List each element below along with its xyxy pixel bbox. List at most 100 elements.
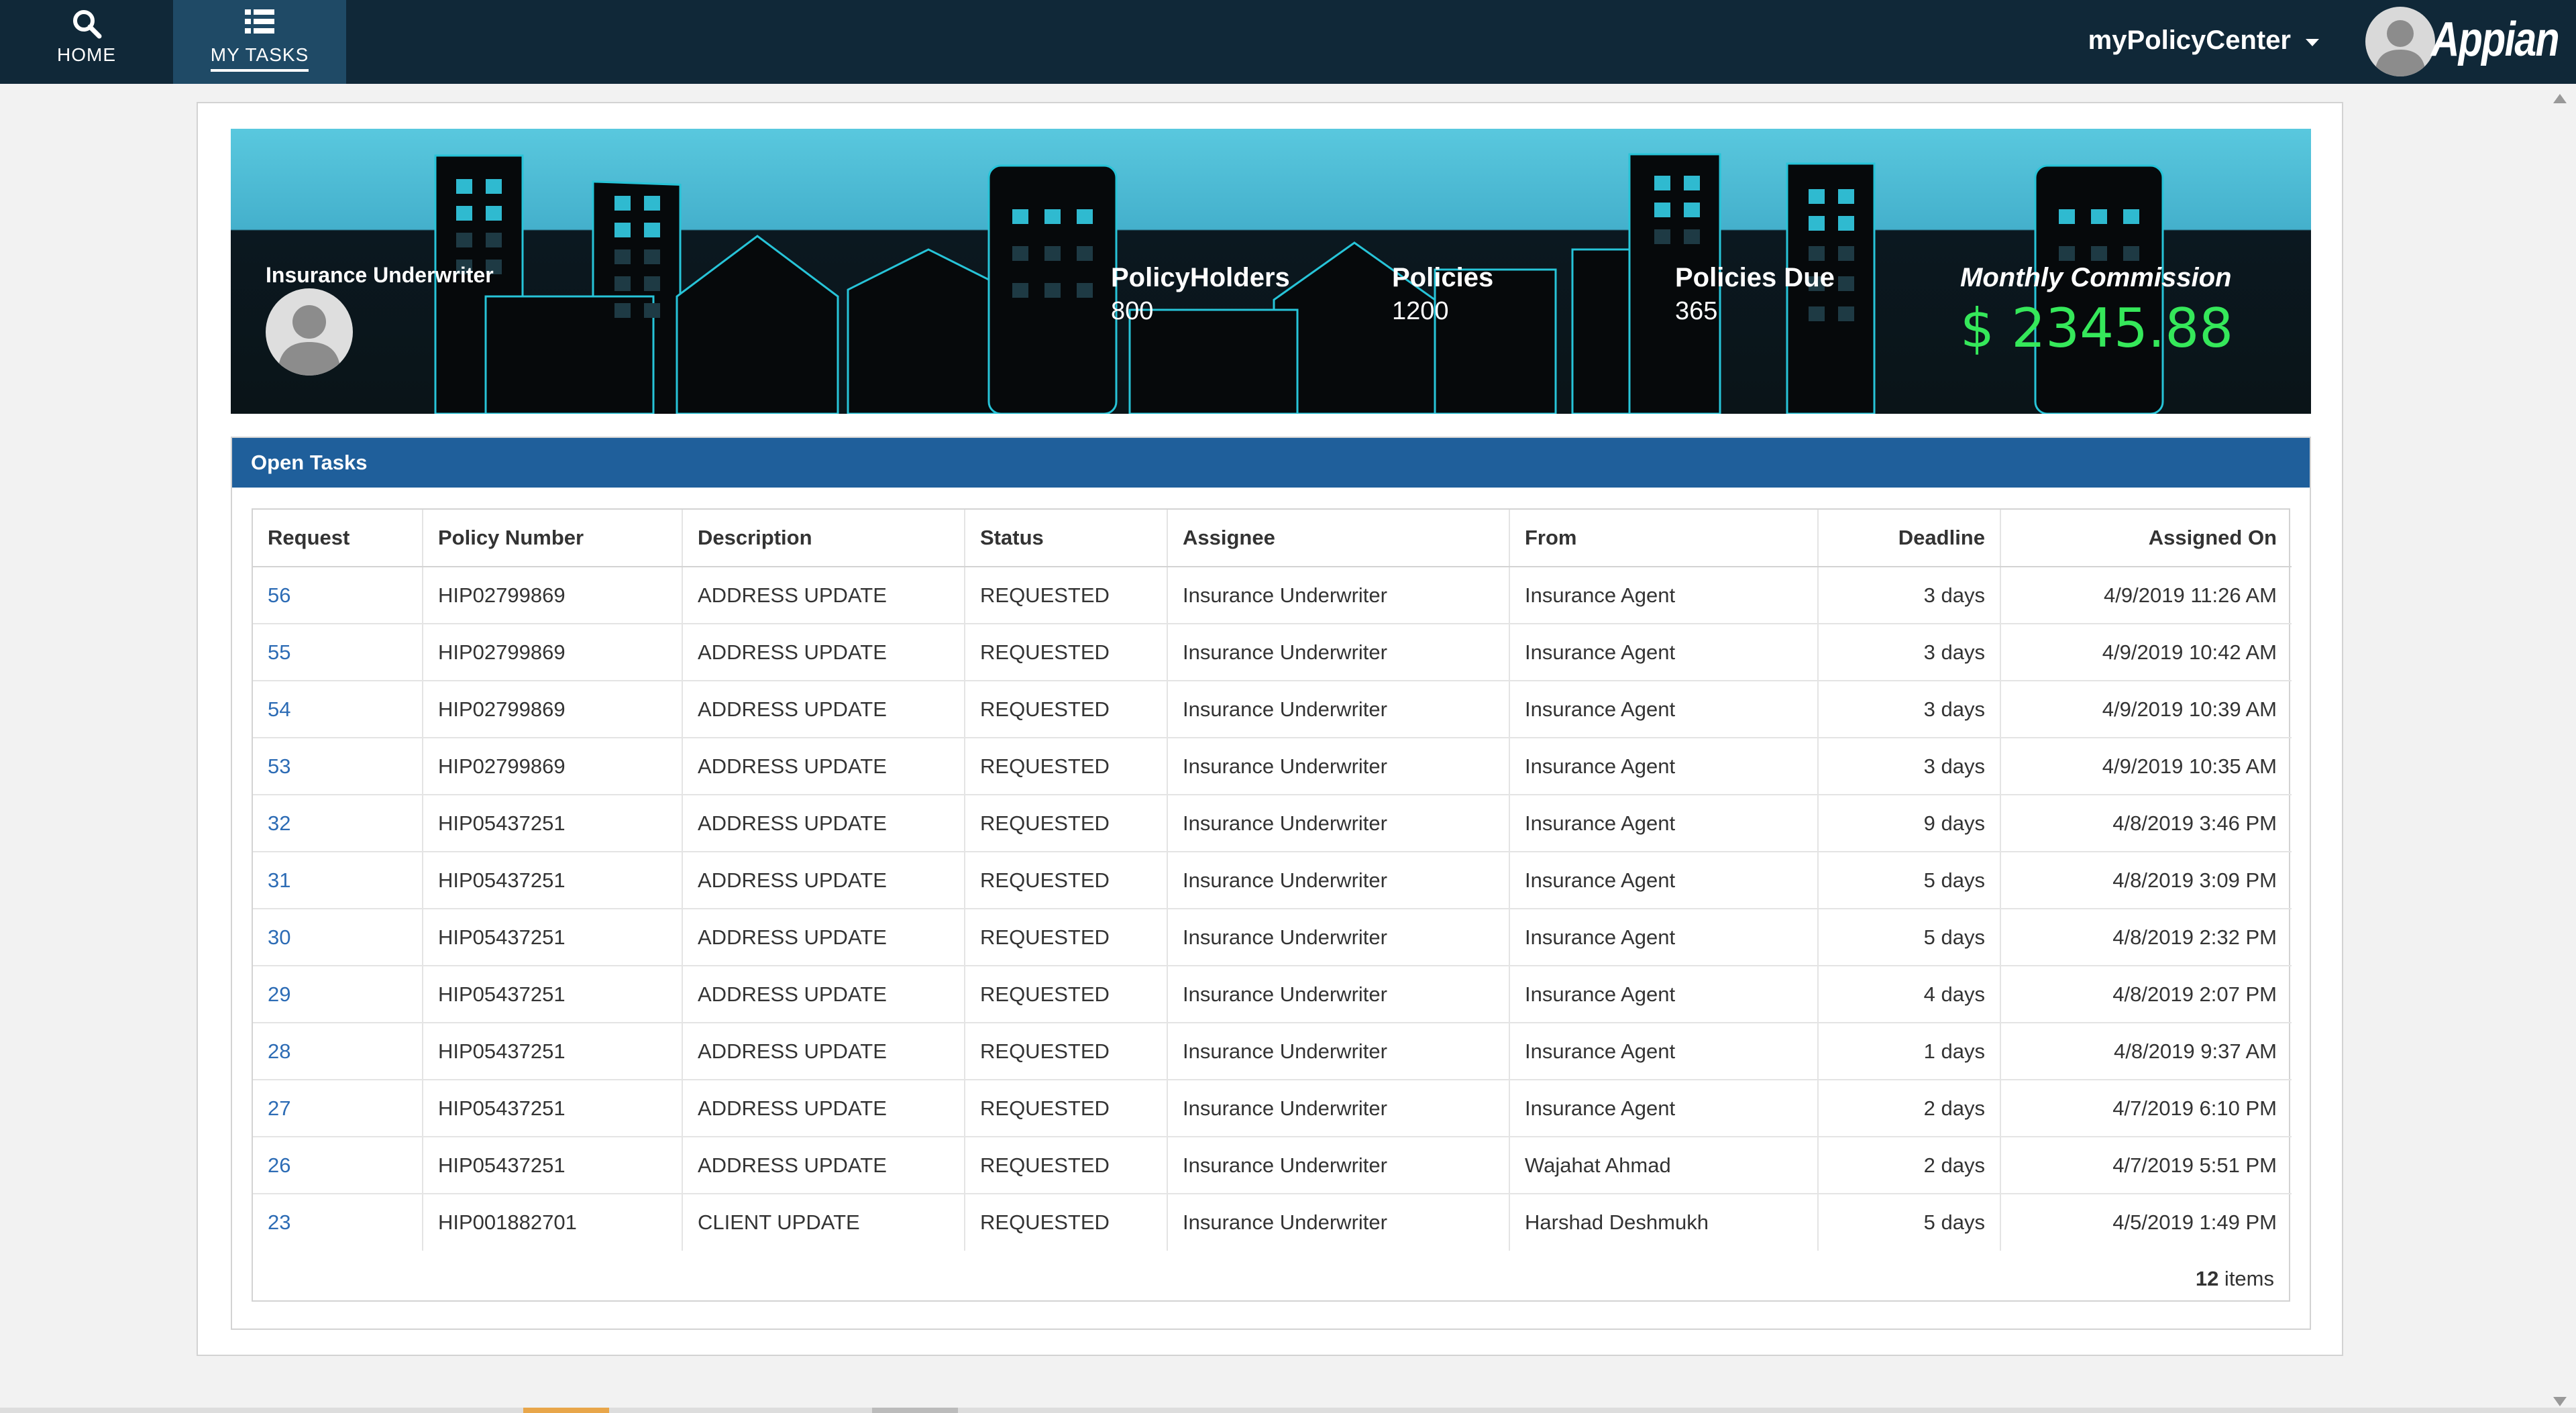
tasks-table: Request Policy Number Description Status…	[253, 510, 2292, 1251]
assigned-on-cell: 4/9/2019 11:26 AM	[2000, 566, 2292, 624]
table-row: 30 HIP05437251 ADDRESS UPDATE REQUESTED Insu…	[253, 908, 2292, 966]
policy-number-cell: HIP02799869	[422, 566, 682, 624]
status-cell: REQUESTED	[964, 1136, 1167, 1194]
column-header-from[interactable]: From	[1509, 510, 1818, 567]
table-row: 56 HIP02799869 ADDRESS UPDATE REQUESTED Insu…	[253, 566, 2292, 624]
assignee-cell: Insurance Underwriter	[1167, 680, 1509, 738]
request-link[interactable]: 53	[253, 737, 423, 795]
column-header-deadline[interactable]: Deadline	[1817, 510, 2000, 567]
table-row: 23 HIP001882701 CLIENT UPDATE REQUESTED Insu…	[253, 1193, 2292, 1251]
request-link[interactable]: 32	[253, 794, 423, 852]
deadline-cell: 3 days	[1817, 623, 2000, 681]
table-header-row: Request Policy Number Description Status…	[253, 510, 2292, 567]
table-row: 32 HIP05437251 ADDRESS UPDATE REQUESTED Insu…	[253, 794, 2292, 852]
tasks-grid: Request Policy Number Description Status…	[252, 508, 2292, 1302]
search-icon	[0, 8, 173, 39]
deadline-cell: 5 days	[1817, 1193, 2000, 1251]
from-cell: Insurance Agent	[1509, 680, 1818, 738]
nav-home-label: HOME	[57, 44, 116, 65]
policy-number-cell: HIP05437251	[422, 965, 682, 1023]
status-cell: REQUESTED	[964, 851, 1167, 909]
deadline-cell: 5 days	[1817, 851, 2000, 909]
from-cell: Insurance Agent	[1509, 623, 1818, 681]
top-navigation-bar: HOME MY TASKS myPolicyCenter Appian	[0, 0, 2576, 84]
request-link[interactable]: 30	[253, 908, 423, 966]
list-icon	[173, 8, 346, 39]
request-link[interactable]: 27	[253, 1079, 423, 1137]
request-link[interactable]: 31	[253, 851, 423, 909]
description-cell: ADDRESS UPDATE	[682, 851, 965, 909]
column-header-request[interactable]: Request	[253, 510, 423, 567]
stat-policies-value: 1200	[1392, 297, 1449, 325]
assigned-on-cell: 4/7/2019 6:10 PM	[2000, 1079, 2292, 1137]
nav-my-tasks-button[interactable]: MY TASKS	[173, 0, 346, 84]
nav-my-tasks-label: MY TASKS	[210, 44, 309, 72]
assignee-cell: Insurance Underwriter	[1167, 1079, 1509, 1137]
assignee-cell: Insurance Underwriter	[1167, 851, 1509, 909]
description-cell: ADDRESS UPDATE	[682, 908, 965, 966]
deadline-cell: 5 days	[1817, 908, 2000, 966]
site-switcher[interactable]: myPolicyCenter	[2088, 25, 2291, 56]
table-row: 53 HIP02799869 ADDRESS UPDATE REQUESTED Insu…	[253, 737, 2292, 795]
column-header-status[interactable]: Status	[964, 510, 1167, 567]
dashboard-banner: Insurance Underwriter PolicyHolders 800 …	[231, 129, 2311, 414]
from-cell: Insurance Agent	[1509, 1022, 1818, 1080]
open-tasks-panel: Open Tasks Request Policy Number Descrip…	[231, 437, 2311, 1330]
policy-number-cell: HIP02799869	[422, 623, 682, 681]
status-cell: REQUESTED	[964, 737, 1167, 795]
policy-number-cell: HIP05437251	[422, 851, 682, 909]
caret-down-icon[interactable]	[2306, 39, 2319, 46]
description-cell: ADDRESS UPDATE	[682, 965, 965, 1023]
stat-policies-due-label: Policies Due	[1675, 263, 1835, 292]
request-link[interactable]: 23	[253, 1193, 423, 1251]
request-link[interactable]: 28	[253, 1022, 423, 1080]
scroll-down-arrow[interactable]	[2553, 1397, 2567, 1406]
column-header-policy-number[interactable]: Policy Number	[422, 510, 682, 567]
stat-policyholders-label: PolicyHolders	[1111, 263, 1290, 292]
taskbar-tab[interactable]	[523, 1408, 609, 1413]
request-link[interactable]: 54	[253, 680, 423, 738]
status-cell: REQUESTED	[964, 680, 1167, 738]
status-cell: REQUESTED	[964, 794, 1167, 852]
stat-policies-label: Policies	[1392, 263, 1494, 292]
bottom-taskbar-strip	[0, 1408, 2576, 1413]
stat-policyholders: PolicyHolders 800	[1111, 263, 1290, 326]
request-link[interactable]: 26	[253, 1136, 423, 1194]
request-link[interactable]: 55	[253, 623, 423, 681]
appian-logo: Appian	[2430, 13, 2560, 66]
description-cell: ADDRESS UPDATE	[682, 1136, 965, 1194]
taskbar-tab[interactable]	[872, 1408, 958, 1413]
table-row: 27 HIP05437251 ADDRESS UPDATE REQUESTED Insu…	[253, 1079, 2292, 1137]
policy-number-cell: HIP02799869	[422, 680, 682, 738]
description-cell: ADDRESS UPDATE	[682, 1079, 965, 1137]
from-cell: Insurance Agent	[1509, 566, 1818, 624]
column-header-description[interactable]: Description	[682, 510, 965, 567]
column-header-assignee[interactable]: Assignee	[1167, 510, 1509, 567]
status-cell: REQUESTED	[964, 1079, 1167, 1137]
policy-number-cell: HIP05437251	[422, 1022, 682, 1080]
request-link[interactable]: 56	[253, 566, 423, 624]
user-role-label: Insurance Underwriter	[266, 263, 494, 287]
from-cell: Insurance Agent	[1509, 794, 1818, 852]
assigned-on-cell: 4/5/2019 1:49 PM	[2000, 1193, 2292, 1251]
from-cell: Insurance Agent	[1509, 1079, 1818, 1137]
table-row: 26 HIP05437251 ADDRESS UPDATE REQUESTED Insu…	[253, 1136, 2292, 1194]
policy-number-cell: HIP05437251	[422, 908, 682, 966]
assignee-cell: Insurance Underwriter	[1167, 1022, 1509, 1080]
request-link[interactable]: 29	[253, 965, 423, 1023]
assigned-on-cell: 4/9/2019 10:39 AM	[2000, 680, 2292, 738]
user-avatar-icon[interactable]	[2365, 7, 2435, 76]
deadline-cell: 9 days	[1817, 794, 2000, 852]
assignee-cell: Insurance Underwriter	[1167, 794, 1509, 852]
description-cell: ADDRESS UPDATE	[682, 1022, 965, 1080]
assignee-cell: Insurance Underwriter	[1167, 737, 1509, 795]
monthly-commission-value: $ 2345.88	[1960, 297, 2234, 359]
deadline-cell: 4 days	[1817, 965, 2000, 1023]
scroll-up-arrow[interactable]	[2553, 94, 2567, 103]
nav-home-button[interactable]: HOME	[0, 0, 173, 84]
column-header-assigned-on[interactable]: Assigned On	[2000, 510, 2292, 567]
table-row: 28 HIP05437251 ADDRESS UPDATE REQUESTED Insu…	[253, 1022, 2292, 1080]
user-avatar-icon	[266, 288, 353, 376]
assignee-cell: Insurance Underwriter	[1167, 1193, 1509, 1251]
assigned-on-cell: 4/7/2019 5:51 PM	[2000, 1136, 2292, 1194]
